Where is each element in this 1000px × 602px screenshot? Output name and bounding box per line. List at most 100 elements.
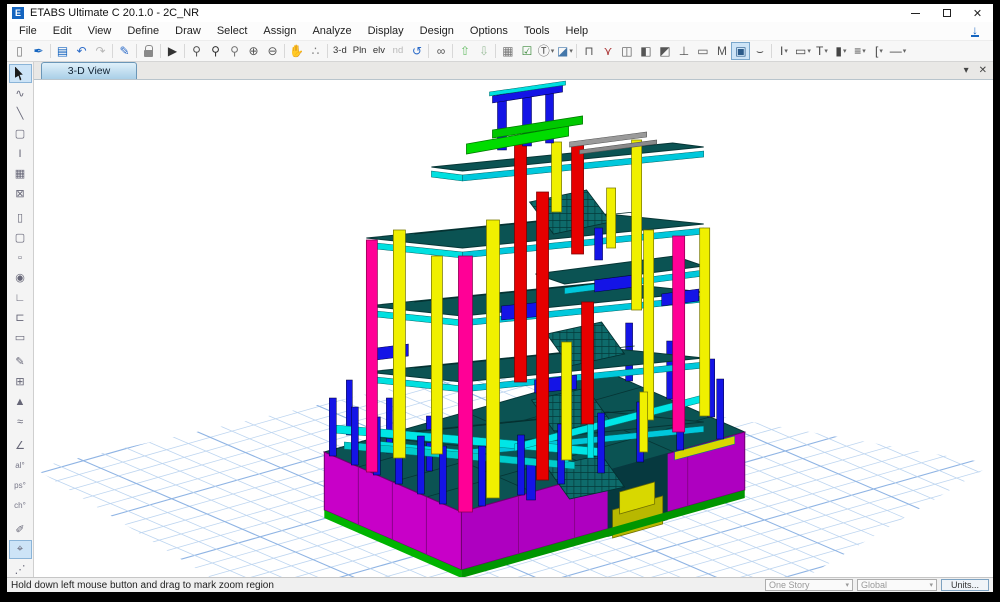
draw-floor-icon[interactable]: ▭ xyxy=(693,42,712,60)
snap-nearest-icon[interactable]: ⋰ xyxy=(9,560,32,577)
snap-angle-icon[interactable]: ∠ xyxy=(9,436,32,455)
section-rect-dropdown[interactable]: ▭ ▾ xyxy=(793,42,812,60)
close-button[interactable]: ✕ xyxy=(962,4,993,22)
draw-floor-icon[interactable]: ▯ xyxy=(9,208,32,227)
model-download-icon[interactable]: ↓ xyxy=(971,24,979,37)
draw-frame-icon[interactable]: ▢ xyxy=(9,124,32,143)
display-options-icon[interactable]: ∞ xyxy=(431,42,450,60)
draw-wall-icon[interactable]: ∟ xyxy=(9,288,32,307)
view-3d-button[interactable]: 3-d xyxy=(330,42,350,60)
snap-strike-icon[interactable]: ✐ xyxy=(9,520,32,539)
minimize-button[interactable] xyxy=(900,4,931,22)
menu-analyze[interactable]: Analyze xyxy=(304,22,359,40)
quick-draw-wall-icon[interactable]: ⊏ xyxy=(9,308,32,327)
rubber-band-zoom-icon[interactable]: ⚲ xyxy=(187,42,206,60)
run-analysis-icon[interactable]: ▶ xyxy=(163,42,182,60)
restore-full-view-icon[interactable]: ⚲ xyxy=(206,42,225,60)
draw-door-icon[interactable]: ▭ xyxy=(9,328,32,347)
section-wide-flange-dropdown[interactable]: ▮ ▾ xyxy=(831,42,850,60)
menu-help[interactable]: Help xyxy=(558,22,597,40)
draw-reference-plane-icon[interactable]: ≈ xyxy=(9,412,32,431)
tab-list-dropdown-icon[interactable]: ▾ xyxy=(964,65,969,76)
select-pointer-icon[interactable] xyxy=(8,64,32,83)
draw-opening-icon[interactable]: ◉ xyxy=(9,268,32,287)
menu-view[interactable]: View xyxy=(80,22,120,40)
active-draw-tool-icon[interactable]: ▣ xyxy=(731,42,751,60)
save-model-icon[interactable]: ▤ xyxy=(53,42,72,60)
tab-close-icon[interactable]: ✕ xyxy=(979,65,987,76)
move-down-list-icon[interactable]: ⇩ xyxy=(474,42,493,60)
section-T-dropdown[interactable]: T ▾ xyxy=(812,42,831,60)
menu-define[interactable]: Define xyxy=(119,22,167,40)
pan-icon[interactable]: ✋ xyxy=(287,42,306,60)
named-display-button[interactable]: nd xyxy=(388,42,407,60)
new-model-icon[interactable]: ▯ xyxy=(10,42,29,60)
story-dropdown[interactable]: One Story ▾ xyxy=(765,579,853,591)
frame-pin-icon[interactable]: ⊥ xyxy=(674,42,693,60)
redo-icon[interactable]: ↷ xyxy=(91,42,110,60)
undo-icon[interactable]: ↶ xyxy=(72,42,91,60)
orbit-3d-icon[interactable]: ∴ xyxy=(306,42,325,60)
draw-braces-icon[interactable]: ⊠ xyxy=(9,184,32,203)
menu-options[interactable]: Options xyxy=(462,22,516,40)
structural-model xyxy=(322,80,747,577)
section-I-dropdown[interactable]: I ▾ xyxy=(774,42,793,60)
previous-zoom-icon[interactable]: ⚲ xyxy=(225,42,244,60)
etabs-logo-icon: E xyxy=(12,7,24,19)
snap-tangent-icon[interactable]: ch° xyxy=(9,496,32,515)
view-cube-dropdown[interactable]: ◪ ▾ xyxy=(555,42,574,60)
restore-button[interactable] xyxy=(931,4,962,22)
menu-file[interactable]: File xyxy=(11,22,45,40)
menu-edit[interactable]: Edit xyxy=(45,22,80,40)
similar-stories-icon[interactable]: ▦ xyxy=(498,42,517,60)
edit-grid-icon[interactable]: ⊞ xyxy=(9,372,32,391)
pen-annotate-icon[interactable]: ✎ xyxy=(115,42,134,60)
draw-joint-icon[interactable]: ╲ xyxy=(9,104,32,123)
snap-perpendicular-icon[interactable]: ps° xyxy=(9,476,32,495)
zoom-out-icon[interactable]: ⊖ xyxy=(263,42,282,60)
draw-poly-floor-icon[interactable]: ▫ xyxy=(9,248,32,267)
tab-3d-view[interactable]: 3-D View xyxy=(41,62,137,79)
draw-braces-icon[interactable]: ◩ xyxy=(655,42,674,60)
view-plan-button[interactable]: Pln xyxy=(350,42,370,60)
units-button[interactable]: Units... xyxy=(941,579,989,591)
quick-draw-columns-icon[interactable]: ◧ xyxy=(636,42,655,60)
reshape-object-icon[interactable]: ∿ xyxy=(9,84,32,103)
menu-select[interactable]: Select xyxy=(209,22,256,40)
section-channel-dropdown[interactable]: [▾ xyxy=(869,42,888,60)
rotate-view-icon[interactable]: ↺ xyxy=(407,42,426,60)
section-rebar-dropdown[interactable]: ≡ ▾ xyxy=(850,42,869,60)
snap-parallel-icon[interactable]: al° xyxy=(9,456,32,475)
draw-rect-floor-icon[interactable]: ▢ xyxy=(9,228,32,247)
menu-design[interactable]: Design xyxy=(412,22,462,40)
draw-reference-point-icon[interactable]: ✎ xyxy=(9,352,32,371)
toolbar-separator xyxy=(452,44,454,58)
lock-model-icon[interactable] xyxy=(139,42,158,60)
draw-frame-icon[interactable]: ⊓ xyxy=(579,42,598,60)
open-model-icon[interactable]: ✒ xyxy=(29,42,48,60)
draw-secondary-beams-icon[interactable]: ▦ xyxy=(9,164,32,183)
coordinate-system-value: Global xyxy=(861,580,888,590)
draw-wall-icon[interactable]: M xyxy=(712,42,731,60)
zoom-in-icon[interactable]: ⊕ xyxy=(244,42,263,60)
toolbar-separator xyxy=(136,44,137,58)
title-bar: E ETABS Ultimate C 20.1.0 - 2C_NR ✕ xyxy=(7,4,993,22)
quick-draw-frame-icon[interactable]: I xyxy=(9,144,32,163)
move-up-list-icon[interactable]: ⇧ xyxy=(455,42,474,60)
quick-draw-beams-icon[interactable]: ◫ xyxy=(617,42,636,60)
object-display-checkbox-icon[interactable]: ☑ xyxy=(517,42,536,60)
view-elevation-button[interactable]: elv xyxy=(369,42,388,60)
draw-dimension-icon[interactable]: ▲ xyxy=(9,392,32,411)
model-canvas[interactable] xyxy=(34,80,993,577)
tab-controls: ▾ ✕ xyxy=(964,62,993,79)
coordinate-system-dropdown[interactable]: Global ▾ xyxy=(857,579,937,591)
menu-draw[interactable]: Draw xyxy=(167,22,209,40)
draw-special-joint-icon[interactable]: ⋎ xyxy=(598,42,617,60)
snap-intersection-icon[interactable]: ⌖ xyxy=(8,540,32,559)
undeformed-shape-dropdown[interactable]: Ⓣ ▾ xyxy=(536,42,555,60)
menu-assign[interactable]: Assign xyxy=(255,22,304,40)
section-tendon-dropdown[interactable]: — ▾ xyxy=(888,42,907,60)
draw-shell-icon[interactable]: ⌣ xyxy=(750,42,769,60)
menu-display[interactable]: Display xyxy=(360,22,412,40)
menu-tools[interactable]: Tools xyxy=(516,22,558,40)
